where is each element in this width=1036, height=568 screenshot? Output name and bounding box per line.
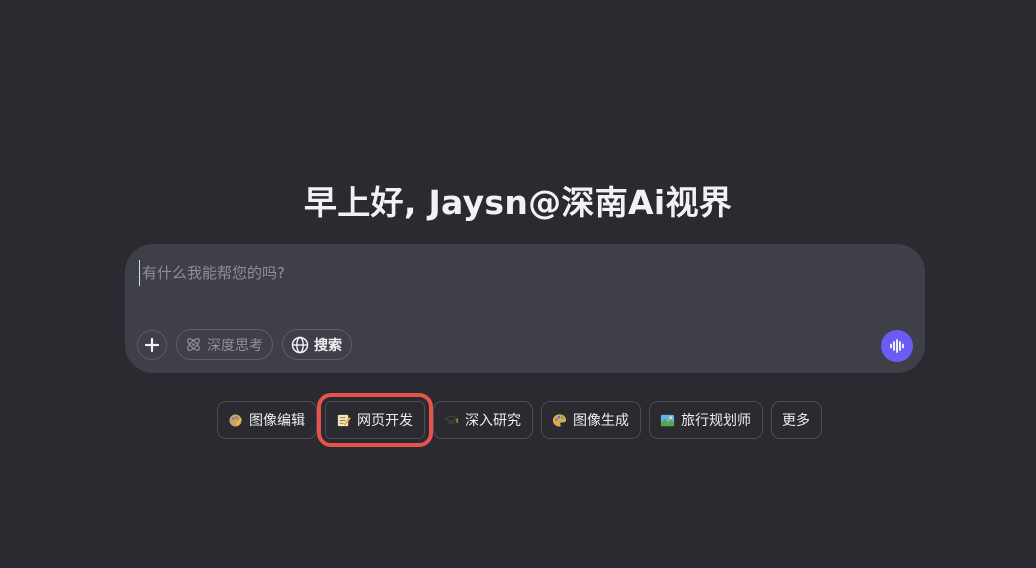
shortcut-image-edit[interactable]: 图像编辑 — [217, 401, 317, 439]
palette-icon — [552, 413, 567, 427]
shortcut-web-dev[interactable]: 网页开发 — [317, 393, 433, 447]
shortcut-label: 深入研究 — [465, 413, 521, 429]
chat-composer: 深度思考 搜索 — [125, 244, 925, 373]
plus-icon — [144, 337, 160, 352]
greeting-title: 早上好, Jaysn@深南Ai视界 — [303, 183, 733, 222]
prompt-input[interactable] — [139, 260, 902, 286]
shortcut-travel-planner[interactable]: 旅行规划师 — [649, 401, 763, 439]
shortcut-more[interactable]: 更多 — [771, 401, 822, 439]
search-toggle[interactable]: 搜索 — [282, 329, 352, 360]
memo-icon — [337, 414, 351, 426]
voice-input-button[interactable] — [881, 330, 913, 362]
globe-icon — [291, 336, 309, 353]
graduation-cap-icon — [444, 415, 459, 424]
deep-think-toggle[interactable]: 深度思考 — [176, 329, 273, 360]
deep-think-label: 深度思考 — [207, 337, 263, 354]
shortcut-label: 网页开发 — [357, 413, 413, 429]
shortcut-label: 更多 — [782, 413, 810, 429]
shortcut-label: 旅行规划师 — [681, 413, 751, 429]
shortcut-label: 图像编辑 — [249, 413, 305, 429]
shortcut-image-generate[interactable]: 图像生成 — [541, 401, 641, 439]
shortcut-chips: 图像编辑 网页开发 深入研究 图像生成 旅行规划师 更多 — [217, 393, 822, 447]
shortcut-label: 图像生成 — [573, 413, 629, 429]
add-attachment-button[interactable] — [137, 329, 167, 360]
shortcut-deep-research[interactable]: 深入研究 — [433, 401, 533, 439]
voice-wave-icon — [890, 339, 904, 353]
search-label: 搜索 — [314, 337, 342, 354]
palette-pencil-icon — [229, 413, 242, 427]
chat-home-page: 早上好, Jaysn@深南Ai视界 深度思考 — [0, 0, 1036, 568]
composer-toolbar: 深度思考 搜索 — [137, 329, 352, 360]
map-icon — [660, 414, 675, 426]
atom-icon — [187, 338, 200, 351]
